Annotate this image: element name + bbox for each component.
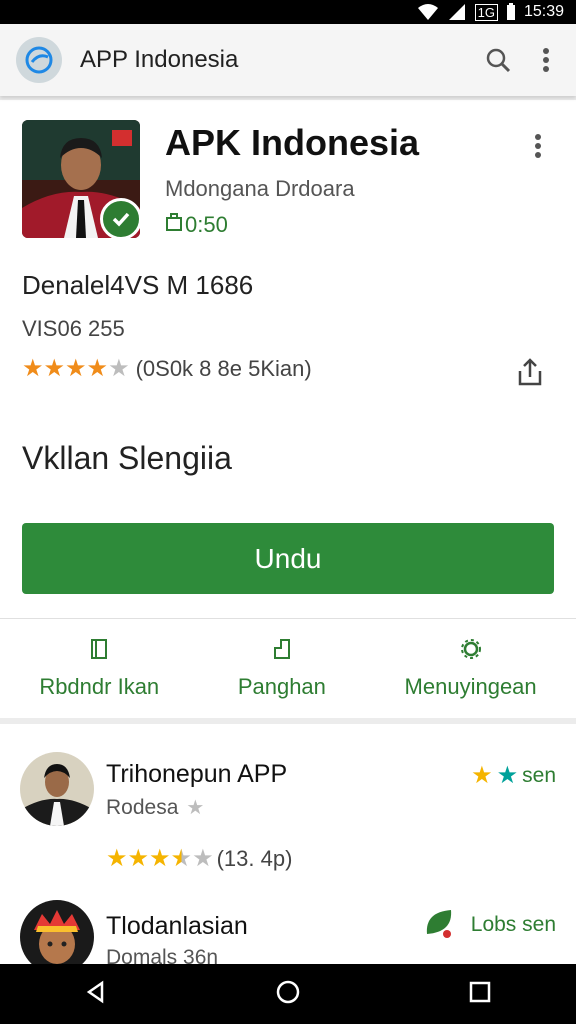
download-size-icon (165, 212, 183, 238)
action-row: Rbdndr Ikan Panghan Menuyingean (0, 618, 576, 718)
star-icon: ★ (86, 355, 109, 382)
search-icon[interactable] (474, 36, 522, 84)
star-icon: ★ (108, 355, 130, 382)
rating-row: ★★★★★ (0S0k 8 8e 5Kian) (22, 356, 312, 382)
recents-icon[interactable] (468, 980, 492, 1009)
signal-icon (447, 3, 467, 21)
price: 0:50 (165, 212, 228, 238)
action-menuyingean[interactable]: Menuyingean (405, 638, 537, 700)
app-bar: APP Indonesia (0, 24, 576, 96)
list-item-subtitle-text: Rodesa (106, 796, 179, 819)
wifi-icon (417, 3, 439, 21)
battery-icon (506, 3, 516, 21)
list-item-rating: ★★★★★ (13. 4p) (106, 846, 292, 872)
section-heading: Vkllan Slengiia (22, 440, 232, 476)
star-icon: ★ (127, 845, 150, 872)
related-apps-card: Trihonepun APP Rodesa ★ ★ ★ sen ★★★★★ (1… (0, 724, 576, 964)
app-logo-icon (16, 37, 62, 83)
list-item-subtitle: Rodesa ★ (106, 796, 204, 820)
list-item-rating-count: (13. 4p) (216, 846, 293, 871)
star-icon: ★ (22, 355, 44, 382)
network-type: 1G (474, 3, 498, 21)
star-icon: ★ (43, 355, 66, 382)
gear-icon (460, 638, 482, 666)
toolbar-title: APP Indonesia (80, 46, 239, 73)
clock: 15:39 (523, 3, 564, 20)
card-more-icon[interactable] (514, 122, 562, 170)
list-item-subtitle: Domals 36n (106, 946, 219, 964)
list-item-right-label: sen (522, 764, 556, 787)
action-label: Menuyingean (404, 673, 537, 699)
list-item[interactable]: Tlodanlasian Domals 36n Lobs sen (0, 884, 576, 964)
version-title: Denalel4VS M 1686 (22, 270, 254, 300)
list-item[interactable]: Trihonepun APP Rodesa ★ ★ ★ sen ★★★★★ (1… (0, 724, 576, 874)
list-item-badge: Lobs sen (421, 904, 556, 946)
list-item-title: Tlodanlasian (106, 912, 248, 940)
back-icon[interactable] (84, 980, 108, 1009)
price-value: 0:50 (185, 212, 228, 237)
status-bar: 1G 15:39 (0, 0, 576, 24)
action-panghan[interactable]: Panghan (238, 638, 326, 700)
avatar (20, 752, 94, 826)
app-icon[interactable] (22, 120, 140, 238)
bookmark-icon (271, 638, 293, 666)
list-item-right-label: Lobs sen (470, 913, 556, 936)
avatar (20, 900, 94, 964)
star-icon: ★ (192, 845, 214, 872)
app-name: APK Indonesia (165, 122, 420, 163)
star-icon: ★ (65, 355, 87, 382)
action-label: Rbdndr Ikan (39, 673, 160, 699)
verified-icon (100, 198, 140, 238)
share-icon[interactable] (506, 348, 554, 396)
rating-count: (0S0k 8 8e 5Kian) (135, 356, 312, 381)
star-icon: ★ (106, 845, 128, 872)
rating-stars: ★★★★★ (22, 356, 130, 382)
action-label: Panghan (237, 673, 326, 699)
developer-name[interactable]: Mdongana Drdoara (165, 176, 355, 202)
star-icon: ★ (149, 845, 171, 872)
rating-stars: ★★★★★ (106, 846, 214, 872)
leaf-icon (421, 904, 457, 946)
star-icon: ★ (471, 762, 493, 789)
star-icon: ★ (186, 797, 205, 819)
action-rbdndr[interactable]: Rbdndr Ikan (39, 638, 159, 700)
home-icon[interactable] (275, 979, 301, 1010)
star-icon: ★ (496, 762, 519, 789)
install-button[interactable]: Undu (22, 523, 554, 594)
list-item-title: Trihonepun APP (106, 760, 288, 788)
doc-icon (88, 638, 110, 666)
version-subtitle: VIS06 255 (22, 316, 125, 341)
list-item-badge: ★ ★ sen (471, 764, 556, 788)
app-detail-card: APK Indonesia Mdongana Drdoara 0:50 Dena… (0, 100, 576, 718)
navigation-bar (0, 964, 576, 1024)
more-vert-icon[interactable] (522, 36, 570, 84)
star-icon: ★ (170, 845, 193, 872)
